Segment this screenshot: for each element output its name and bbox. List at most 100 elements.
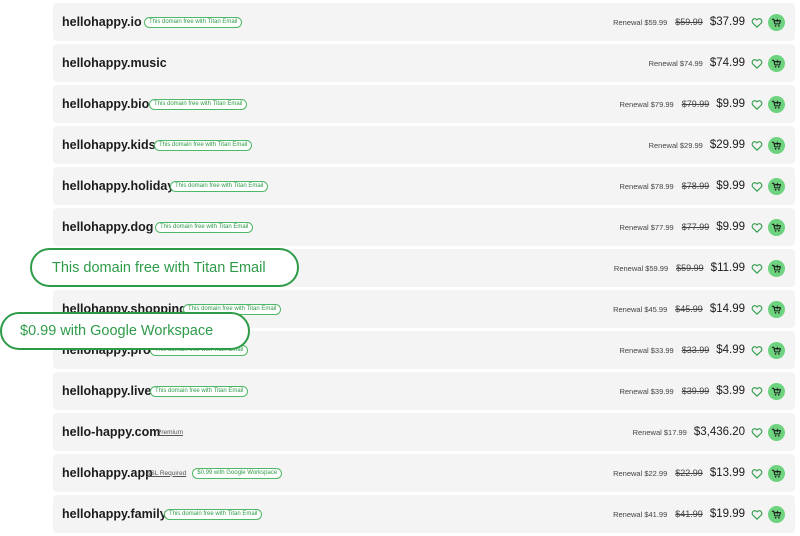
domain-result-row: hellohappy.app SSL Required $0.99 with Goo…: [53, 454, 795, 492]
promo-badge: This domain free with Titan Email: [164, 508, 263, 520]
price-group: Renewal $79.99 $79.99 $9.99: [619, 98, 745, 110]
domain-name[interactable]: hellohappy.bio: [62, 97, 149, 111]
original-price: $79.99: [681, 99, 710, 109]
sale-price: $19.99: [709, 508, 745, 520]
renewal-price: Renewal $29.99: [648, 140, 703, 150]
cart-icon[interactable]: [768, 423, 785, 441]
domain-result-row: hellohappy.family This domain free with T…: [53, 495, 795, 533]
cart-icon[interactable]: [768, 382, 785, 400]
sale-price: $4.99: [716, 344, 745, 356]
cart-icon[interactable]: [768, 136, 785, 154]
renewal-price: Renewal $77.99: [619, 222, 674, 232]
heart-outline-icon[interactable]: [751, 221, 763, 233]
domain-tags: This domain free with Titan Email: [150, 385, 249, 397]
price-group: Renewal $59.99 $59.99 $37.99: [613, 16, 745, 28]
cart-icon[interactable]: [768, 505, 785, 523]
promo-badge: $0.99 with Google Workspace: [192, 467, 283, 479]
domain-result-row: hellohappy.kids This domain free with Tit…: [53, 126, 795, 164]
renewal-price: Renewal $45.99: [613, 304, 668, 314]
price-group: Renewal $74.99 $74.99: [649, 57, 745, 69]
domain-name[interactable]: hellohappy.kids: [62, 138, 156, 152]
info-link[interactable]: SSL Required: [146, 470, 186, 477]
heart-outline-icon[interactable]: [751, 139, 763, 151]
price-group: Renewal $59.99 $59.99 $11.99: [614, 262, 745, 274]
domain-result-row: hellohappy.music Renewal $74.99 $74.99: [53, 44, 795, 82]
cart-icon[interactable]: [768, 218, 785, 236]
cart-icon[interactable]: [768, 341, 785, 359]
domain-name[interactable]: hello-happy.com: [62, 425, 160, 439]
original-price: $33.99: [681, 345, 710, 355]
domain-results-page: hellohappy.io This domain free with Titan…: [0, 0, 800, 536]
cart-icon[interactable]: [768, 95, 785, 113]
domain-tags: This domain free with Titan Email: [170, 180, 269, 192]
domain-name[interactable]: hellohappy.holiday: [62, 179, 174, 193]
cart-icon[interactable]: [768, 259, 785, 277]
sale-price: $3,436.20: [693, 426, 745, 438]
heart-outline-icon[interactable]: [751, 303, 763, 315]
renewal-price: Renewal $59.99: [613, 17, 668, 27]
renewal-price: Renewal $33.99: [619, 345, 674, 355]
heart-outline-icon[interactable]: [751, 508, 763, 520]
promo-badge: This domain free with Titan Email: [149, 98, 248, 110]
cart-icon[interactable]: [768, 464, 785, 482]
original-price: $59.99: [675, 17, 703, 27]
price-group: Renewal $33.99 $33.99 $4.99: [619, 344, 745, 356]
heart-outline-icon[interactable]: [751, 180, 763, 192]
sale-price: $9.99: [716, 221, 745, 233]
domain-tags: This domain free with Titan Email: [154, 139, 253, 151]
price-group: Renewal $41.99 $41.99 $19.99: [613, 508, 745, 520]
renewal-price: Renewal $41.99: [613, 509, 668, 519]
heart-outline-icon[interactable]: [751, 98, 763, 110]
original-price: $59.99: [676, 263, 704, 273]
domain-name[interactable]: hellohappy.app: [62, 466, 153, 480]
promo-badge: This domain free with Titan Email: [144, 16, 243, 28]
domain-tags: SSL Required $0.99 with Google Workspace: [146, 467, 283, 479]
domain-result-row: hellohappy.live This domain free with Tit…: [53, 372, 795, 410]
domain-name[interactable]: hellohappy.dog: [62, 220, 153, 234]
domain-tags: This domain free with Titan Email: [164, 508, 263, 520]
promo-badge: This domain free with Titan Email: [170, 180, 269, 192]
renewal-price: Renewal $59.99: [613, 263, 669, 273]
domain-name[interactable]: hellohappy.io: [62, 15, 142, 29]
sale-price: $29.99: [709, 139, 745, 151]
original-price: $45.99: [675, 304, 703, 314]
price-group: Renewal $22.99 $22.99 $13.99: [613, 467, 745, 479]
domain-result-row: hello-happy.com Premium Renewal $17.99 $3,4…: [53, 413, 795, 451]
price-group: Renewal $29.99 $29.99: [649, 139, 745, 151]
domain-tags: This domain free with Titan Email: [144, 16, 243, 28]
heart-outline-icon[interactable]: [751, 262, 763, 274]
cart-icon[interactable]: [768, 300, 785, 318]
google-workspace-callout: $0.99 with Google Workspace: [0, 312, 250, 350]
google-workspace-callout-text: $0.99 with Google Workspace: [20, 323, 214, 339]
price-group: Renewal $78.99 $78.99 $9.99: [619, 180, 745, 192]
cart-icon[interactable]: [768, 13, 785, 31]
sale-price: $37.99: [709, 16, 745, 28]
heart-outline-icon[interactable]: [751, 16, 763, 28]
titan-email-callout-text: This domain free with Titan Email: [52, 259, 266, 276]
price-group: Renewal $17.99 $3,436.20: [633, 426, 745, 438]
renewal-price: Renewal $17.99: [632, 427, 687, 437]
heart-outline-icon[interactable]: [751, 467, 763, 479]
domain-tags: This domain free with Titan Email: [155, 221, 254, 233]
price-group: Renewal $77.99 $77.99 $9.99: [619, 221, 745, 233]
info-link[interactable]: Premium: [157, 429, 183, 436]
domain-result-row: hellohappy.dog This domain free with Tita…: [53, 208, 795, 246]
sale-price: $11.99: [710, 262, 745, 274]
sale-price: $9.99: [716, 180, 745, 192]
heart-outline-icon[interactable]: [751, 344, 763, 356]
heart-outline-icon[interactable]: [751, 385, 763, 397]
domain-name[interactable]: hellohappy.family: [62, 507, 167, 521]
domain-name[interactable]: hellohappy.live: [62, 384, 151, 398]
original-price: $22.99: [675, 468, 703, 478]
original-price: $77.99: [681, 222, 710, 232]
domain-name[interactable]: hellohappy.music: [62, 56, 167, 70]
domain-result-row: hellohappy.bio This domain free with Tita…: [53, 85, 795, 123]
domain-tags: This domain free with Titan Email: [149, 98, 248, 110]
heart-outline-icon[interactable]: [751, 57, 763, 69]
cart-icon[interactable]: [768, 177, 785, 195]
domain-result-row: hellohappy.io This domain free with Titan…: [53, 3, 795, 41]
sale-price: $14.99: [709, 303, 745, 315]
heart-outline-icon[interactable]: [751, 426, 763, 438]
cart-icon[interactable]: [768, 54, 785, 72]
price-group: Renewal $39.99 $39.99 $3.99: [619, 385, 745, 397]
